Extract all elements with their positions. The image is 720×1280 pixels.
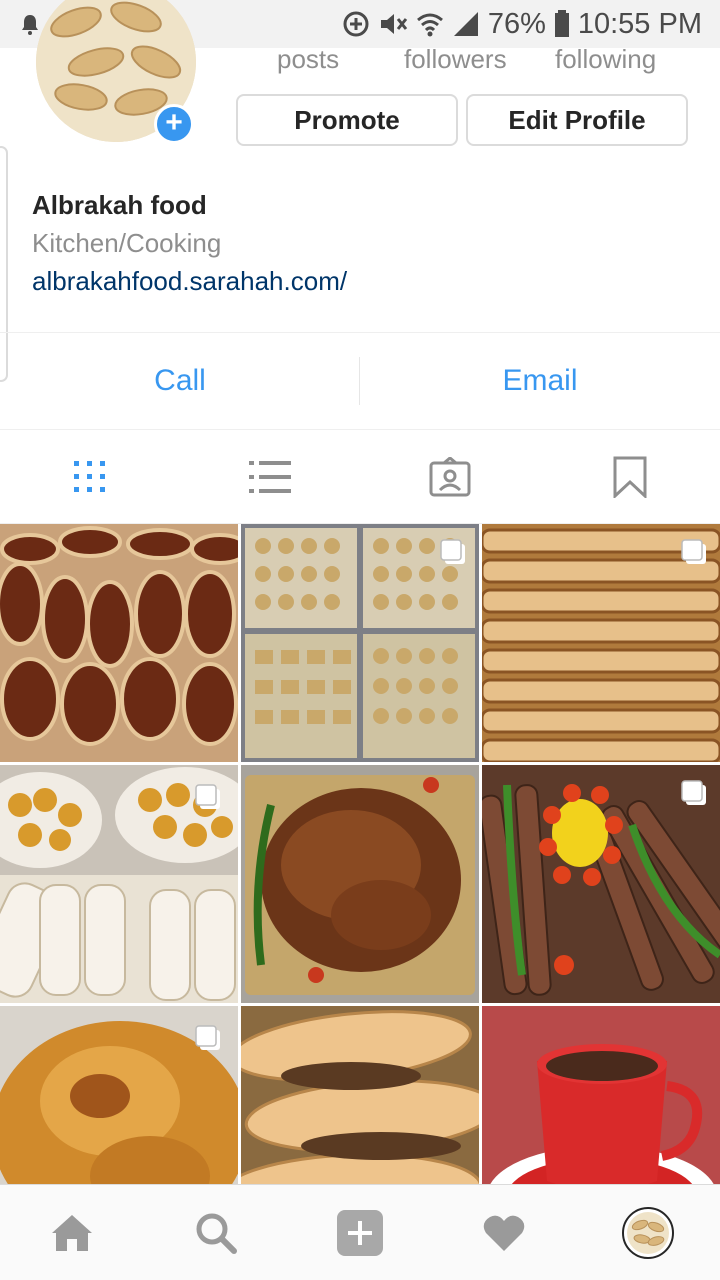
add-story-icon[interactable]: +	[154, 104, 194, 144]
post-tile[interactable]	[482, 524, 720, 762]
nav-search[interactable]	[144, 1185, 288, 1280]
food-photo	[241, 1006, 479, 1184]
following-label[interactable]: following	[555, 44, 656, 75]
tagged-icon	[429, 457, 471, 497]
multiple-photos-icon	[681, 780, 706, 805]
tab-list[interactable]	[180, 430, 360, 524]
post-tile[interactable]	[0, 765, 238, 1003]
profile-name: Albrakah food	[32, 190, 207, 220]
signal-icon	[453, 12, 478, 36]
posts-grid	[0, 524, 720, 1184]
profile-category: Kitchen/Cooking	[32, 228, 222, 258]
promote-button[interactable]: Promote	[236, 94, 458, 146]
activity-heart-icon	[483, 1215, 525, 1251]
post-tile[interactable]	[241, 765, 479, 1003]
grid-icon	[74, 461, 105, 492]
post-tile[interactable]	[0, 1006, 238, 1184]
nav-add-post[interactable]	[288, 1185, 432, 1280]
profile-avatar-icon	[622, 1207, 674, 1259]
post-tile[interactable]	[241, 524, 479, 762]
list-icon	[249, 461, 291, 493]
multiple-photos-icon	[195, 784, 220, 809]
call-button[interactable]: Call	[0, 333, 360, 429]
posts-label[interactable]: posts	[277, 44, 339, 75]
nav-profile[interactable]	[576, 1185, 720, 1280]
contact-row: Call Email	[0, 332, 720, 430]
mute-icon	[380, 14, 407, 34]
battery-percent: 76%	[487, 7, 546, 40]
post-tile[interactable]	[482, 1006, 720, 1184]
food-photo	[482, 1006, 720, 1184]
food-photo	[241, 765, 479, 1003]
bookmark-icon	[613, 456, 647, 498]
nav-home[interactable]	[0, 1185, 144, 1280]
home-icon	[52, 1215, 92, 1251]
data-saver-icon	[343, 11, 369, 37]
profile-website-link[interactable]: albrakahfood.sarahah.com/	[32, 266, 347, 297]
food-photo	[0, 524, 238, 762]
post-tile[interactable]	[482, 765, 720, 1003]
followers-label[interactable]: followers	[404, 44, 507, 75]
search-icon	[196, 1213, 237, 1254]
nav-activity[interactable]	[432, 1185, 576, 1280]
email-button[interactable]: Email	[360, 333, 720, 429]
bottom-nav	[0, 1184, 720, 1280]
wifi-icon	[416, 13, 443, 37]
add-post-icon	[337, 1210, 383, 1256]
multiple-photos-icon	[681, 539, 706, 564]
profile-avatar-area[interactable]: +	[36, 0, 196, 146]
profile-tabs	[0, 430, 720, 524]
tab-saved[interactable]	[540, 430, 720, 524]
battery-icon	[554, 10, 569, 37]
edit-profile-button[interactable]: Edit Profile	[466, 94, 688, 146]
tab-grid[interactable]	[0, 430, 180, 524]
tab-tagged[interactable]	[360, 430, 540, 524]
post-tile[interactable]	[241, 1006, 479, 1184]
post-tile[interactable]	[0, 524, 238, 762]
multiple-photos-icon	[440, 539, 465, 564]
multiple-photos-icon	[195, 1025, 220, 1050]
clock: 10:55 PM	[577, 7, 702, 40]
